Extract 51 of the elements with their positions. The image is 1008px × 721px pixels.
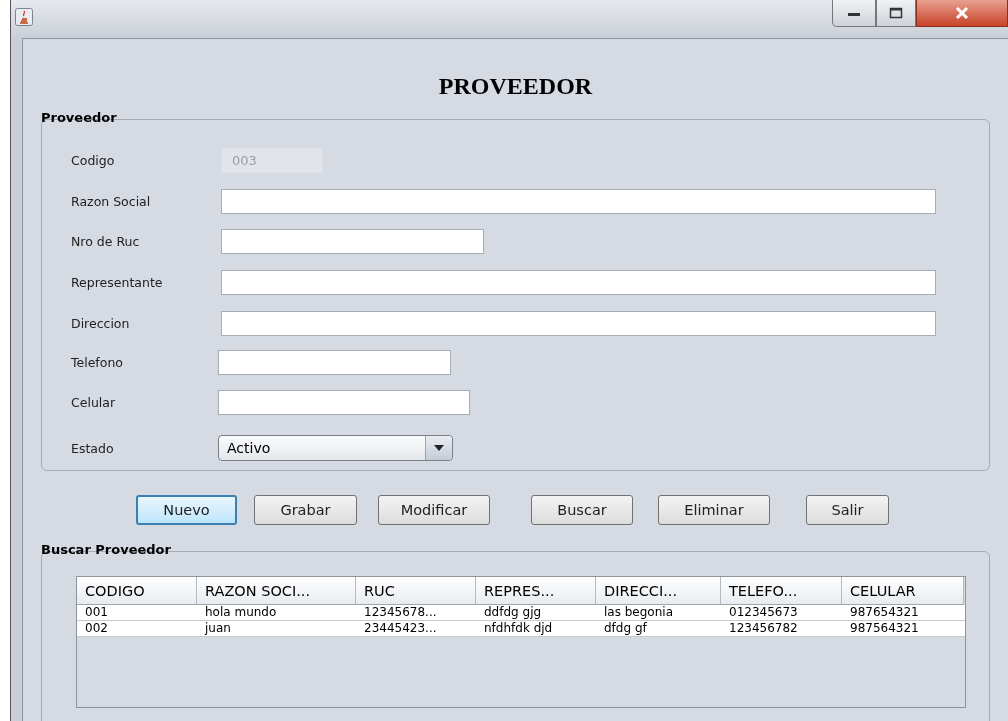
table-cell-text: 987654321: [849, 605, 920, 620]
dropdown[interactable]: Activo: [218, 435, 453, 461]
column-header[interactable]: RAZON SOCI...: [197, 577, 356, 605]
field-label: Representante: [70, 274, 164, 290]
field-label: Codigo: [70, 152, 116, 168]
column-header[interactable]: REPRES...: [476, 577, 596, 605]
column-header[interactable]: TELEFO...: [721, 577, 842, 605]
table-cell-text: nfdhfdk djd: [483, 621, 554, 636]
input-field[interactable]: [221, 228, 484, 254]
group-label: Proveedor: [41, 111, 118, 125]
column-header[interactable]: DIRECCI...: [596, 577, 721, 605]
input-field[interactable]: [221, 269, 936, 295]
table-cell-text: 987564321: [849, 621, 920, 636]
field-label: Celular: [70, 394, 117, 410]
table-cell-text: 12345678...: [363, 605, 438, 620]
action-button[interactable]: Nuevo: [136, 495, 237, 525]
form-title: PROVEEDOR: [437, 73, 594, 101]
column-header[interactable]: RUC: [356, 577, 476, 605]
table-cell-text: 123456782: [728, 621, 799, 636]
java-icon: [15, 8, 33, 26]
minimize-button[interactable]: [832, 0, 876, 27]
close-button[interactable]: [916, 0, 1008, 27]
table-cell-text: juan: [203, 621, 232, 636]
action-button[interactable]: Buscar: [531, 495, 633, 525]
input-field[interactable]: [218, 389, 470, 415]
input-field[interactable]: [218, 349, 451, 375]
action-button[interactable]: Grabar: [254, 495, 357, 525]
maximize-button[interactable]: [876, 0, 916, 27]
action-button[interactable]: Salir: [806, 495, 889, 525]
close-icon: [954, 6, 970, 20]
table-cell-text: hola mundo: [204, 605, 278, 620]
table-cell-text: 002: [84, 621, 109, 636]
table-cell-text: 012345673: [728, 605, 799, 620]
table-cell-text: 001: [84, 605, 109, 620]
table-cell-text: dfdg gf: [603, 621, 648, 636]
table-cell-text: 23445423...: [363, 621, 438, 636]
action-button[interactable]: Modificar: [378, 495, 490, 525]
table-cell-text: las begonia: [603, 605, 674, 620]
field-label: Direccion: [70, 315, 131, 331]
field-label: Nro de Ruc: [70, 233, 141, 249]
field-label: Telefono: [70, 354, 124, 370]
group-label: Buscar Proveedor: [41, 543, 172, 557]
table-cell-text: ddfdg gjg: [483, 605, 543, 620]
action-button[interactable]: Eliminar: [658, 495, 770, 525]
field-label: Estado: [70, 440, 115, 456]
column-header[interactable]: CODIGO: [77, 577, 197, 605]
input-field[interactable]: [221, 310, 936, 336]
field-label: Razon Social: [70, 193, 152, 209]
input-field[interactable]: [221, 188, 936, 214]
column-header[interactable]: CELULAR: [842, 577, 964, 605]
maximize-icon: [889, 7, 903, 19]
